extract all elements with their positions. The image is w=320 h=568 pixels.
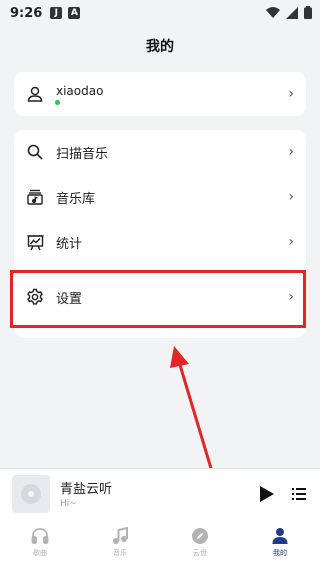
album-cover bbox=[12, 475, 50, 513]
notification-app-icon-2: A bbox=[68, 7, 81, 19]
tab-songs[interactable]: 歌曲 bbox=[0, 518, 80, 568]
music-library-icon bbox=[26, 188, 44, 206]
headphones-icon bbox=[30, 526, 50, 546]
menu-item-label: 统计 bbox=[56, 236, 83, 252]
wifi-icon bbox=[266, 6, 280, 18]
page-title: 我的 bbox=[146, 39, 174, 55]
menu-item-scan-music[interactable]: 扫描音乐 › bbox=[14, 130, 306, 174]
tab-music[interactable]: 音乐 bbox=[80, 518, 160, 568]
person-icon bbox=[270, 526, 290, 546]
search-icon bbox=[26, 143, 44, 161]
signal-icon bbox=[286, 6, 298, 19]
user-avatar-icon bbox=[26, 85, 44, 103]
mini-player[interactable]: 青盐云听 Hi~ bbox=[0, 468, 320, 518]
notification-app-icon: J bbox=[50, 7, 63, 19]
menu-item-statistics[interactable]: 统计 › bbox=[14, 220, 306, 264]
chevron-right-icon: › bbox=[288, 86, 294, 102]
play-icon bbox=[260, 486, 274, 502]
chevron-right-icon: › bbox=[288, 189, 294, 205]
username: xiaodao bbox=[56, 84, 104, 98]
tab-label: 云盘 bbox=[193, 549, 207, 557]
tab-cloud[interactable]: 云盘 bbox=[160, 518, 240, 568]
bottom-tab-bar: 歌曲 音乐 云盘 我的 bbox=[0, 518, 320, 568]
playlist-icon bbox=[292, 488, 306, 500]
play-button[interactable] bbox=[256, 483, 278, 505]
settings-highlight-box bbox=[10, 270, 306, 328]
now-playing-title: 青盐云听 bbox=[60, 482, 113, 497]
user-card[interactable]: xiaodao › bbox=[14, 72, 306, 116]
chevron-right-icon: › bbox=[288, 144, 294, 160]
menu-item-music-library[interactable]: 音乐库 › bbox=[14, 175, 306, 219]
playlist-button[interactable] bbox=[289, 484, 309, 504]
tab-mine[interactable]: 我的 bbox=[240, 518, 320, 568]
music-note-icon bbox=[110, 526, 130, 546]
tab-label: 我的 bbox=[273, 549, 287, 557]
status-time: 9:26 bbox=[10, 5, 43, 21]
menu-item-label: 扫描音乐 bbox=[56, 146, 109, 162]
online-status-dot bbox=[55, 100, 60, 105]
tab-label: 歌曲 bbox=[33, 549, 47, 557]
tab-label: 音乐 bbox=[113, 549, 127, 557]
battery-icon bbox=[304, 6, 312, 19]
chevron-right-icon: › bbox=[288, 234, 294, 250]
compass-icon bbox=[190, 526, 210, 546]
disc-icon bbox=[21, 484, 41, 504]
menu-item-label: 音乐库 bbox=[56, 191, 96, 207]
user-row[interactable]: xiaodao › bbox=[14, 72, 306, 116]
status-right-icons bbox=[266, 6, 312, 19]
chart-icon bbox=[26, 233, 44, 251]
now-playing-subtitle: Hi~ bbox=[60, 499, 77, 509]
status-bar: 9:26 J A bbox=[0, 0, 320, 26]
